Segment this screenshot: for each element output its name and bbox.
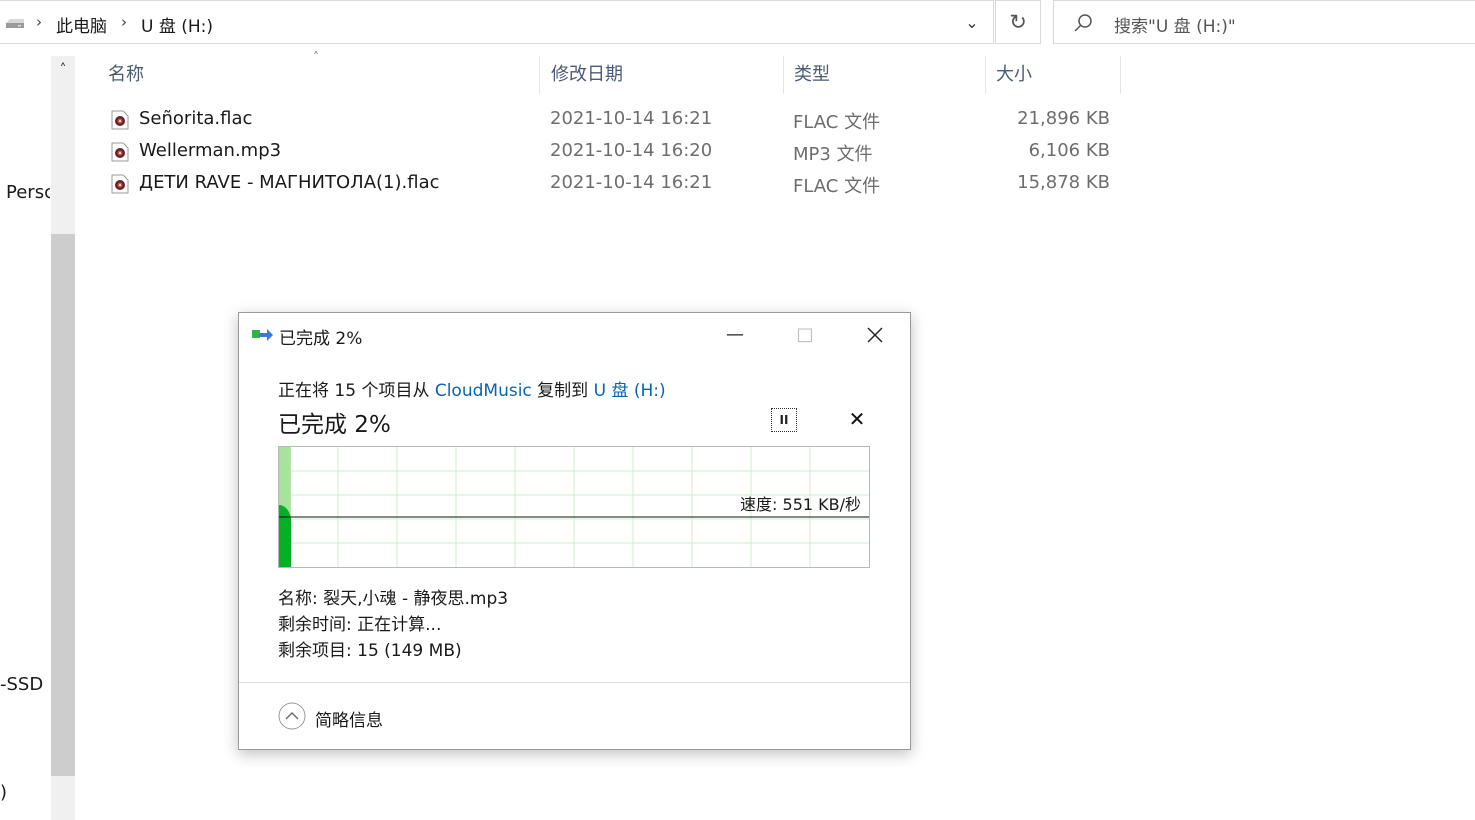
search-placeholder: 搜索"U 盘 (H:)" — [1114, 17, 1236, 37]
file-size: 15,878 KB — [1017, 172, 1110, 193]
nav-item-drive[interactable]: ) — [0, 782, 7, 803]
column-header-size[interactable]: 大小 — [986, 56, 1121, 94]
file-date: 2021-10-14 16:21 — [550, 108, 713, 129]
file-name: Wellerman.mp3 — [139, 140, 282, 161]
file-name: Señorita.flac — [139, 108, 253, 129]
transfer-speed-graph: 速度: 551 KB/秒 — [278, 446, 870, 568]
file-row[interactable]: Señorita.flac 2021-10-14 16:21 FLAC 文件 2… — [100, 104, 1120, 136]
pause-button[interactable]: II — [771, 408, 797, 432]
file-type: MP3 文件 — [793, 144, 873, 165]
usb-drive-icon — [6, 19, 24, 28]
nav-item-personal[interactable]: Persc — [6, 182, 50, 203]
copy-progress-dialog[interactable]: 已完成 2% — □ 正在将 15 个项目从 CloudMusic 复制到 U … — [238, 312, 911, 750]
column-header-name[interactable]: 名称 — [98, 56, 540, 94]
destination-link[interactable]: U 盘 (H:) — [594, 381, 666, 401]
time-remaining: 剩余时间: 正在计算... — [278, 615, 442, 635]
file-copy-icon — [252, 329, 273, 341]
items-remaining: 剩余项目: 15 (149 MB) — [278, 641, 462, 661]
close-button[interactable] — [852, 313, 898, 357]
minimize-button[interactable]: — — [712, 313, 758, 357]
file-type: FLAC 文件 — [793, 112, 881, 133]
cancel-button[interactable]: ✕ — [845, 407, 869, 431]
scrollbar-thumb[interactable] — [51, 234, 75, 776]
pause-icon: II — [779, 413, 789, 427]
dialog-title: 已完成 2% — [279, 329, 363, 349]
search-input[interactable]: 搜索"U 盘 (H:)" — [1053, 0, 1475, 44]
file-size: 6,106 KB — [1028, 140, 1110, 161]
current-file-name: 名称: 裂天,小魂 - 静夜思.mp3 — [278, 589, 509, 609]
file-date: 2021-10-14 16:20 — [550, 140, 713, 161]
cancel-icon: ✕ — [848, 407, 866, 431]
column-header-date[interactable]: 修改日期 — [541, 56, 784, 94]
audio-file-icon — [111, 142, 129, 162]
close-icon — [867, 327, 883, 343]
file-name: ДЕТИ RAVE - МАГНИТОЛА(1).flac — [139, 172, 440, 193]
copy-description: 正在将 15 个项目从 CloudMusic 复制到 U 盘 (H:) — [278, 376, 666, 401]
breadcrumb-usb-drive[interactable]: U 盘 (H:) — [141, 12, 213, 37]
address-history-dropdown-icon[interactable]: ⌄ — [958, 9, 986, 37]
refresh-button[interactable]: ↻ — [995, 0, 1041, 44]
file-type: FLAC 文件 — [793, 176, 881, 197]
file-date: 2021-10-14 16:21 — [550, 172, 713, 193]
fewer-details-button[interactable]: 简略信息 — [315, 706, 383, 731]
breadcrumb-chevron-icon[interactable]: › — [36, 13, 42, 31]
file-row[interactable]: Wellerman.mp3 2021-10-14 16:20 MP3 文件 6,… — [100, 136, 1120, 168]
file-size: 21,896 KB — [1017, 108, 1110, 129]
breadcrumb-chevron-icon[interactable]: › — [121, 13, 127, 31]
column-header-type[interactable]: 类型 — [784, 56, 986, 94]
maximize-icon: □ — [796, 324, 814, 345]
refresh-icon: ↻ — [1009, 10, 1027, 34]
collapse-chevron-icon[interactable] — [278, 702, 306, 730]
file-row[interactable]: ДЕТИ RAVE - МАГНИТОЛА(1).flac 2021-10-14… — [100, 168, 1120, 200]
search-icon — [1074, 14, 1092, 32]
dialog-divider — [239, 682, 910, 683]
minimize-icon: — — [726, 324, 744, 345]
desc-mid: 复制到 — [531, 381, 594, 401]
address-bar[interactable]: › 此电脑 › U 盘 (H:) ⌄ — [0, 0, 994, 44]
progress-percent: 已完成 2% — [278, 412, 391, 438]
maximize-button: □ — [782, 313, 828, 357]
audio-file-icon — [111, 174, 129, 194]
scroll-up-icon[interactable]: ˄ — [51, 56, 75, 84]
nav-scrollbar[interactable]: ˄ — [51, 56, 75, 820]
navigation-pane[interactable]: Persc -SSD ( ) — [0, 56, 50, 820]
speed-label: 速度: 551 KB/秒 — [740, 495, 861, 514]
breadcrumb-this-pc[interactable]: 此电脑 — [56, 12, 107, 37]
nav-item-ssd[interactable]: -SSD ( — [0, 674, 50, 695]
desc-prefix: 正在将 15 个项目从 — [278, 381, 435, 401]
source-folder-link[interactable]: CloudMusic — [435, 381, 532, 401]
audio-file-icon — [111, 110, 129, 130]
